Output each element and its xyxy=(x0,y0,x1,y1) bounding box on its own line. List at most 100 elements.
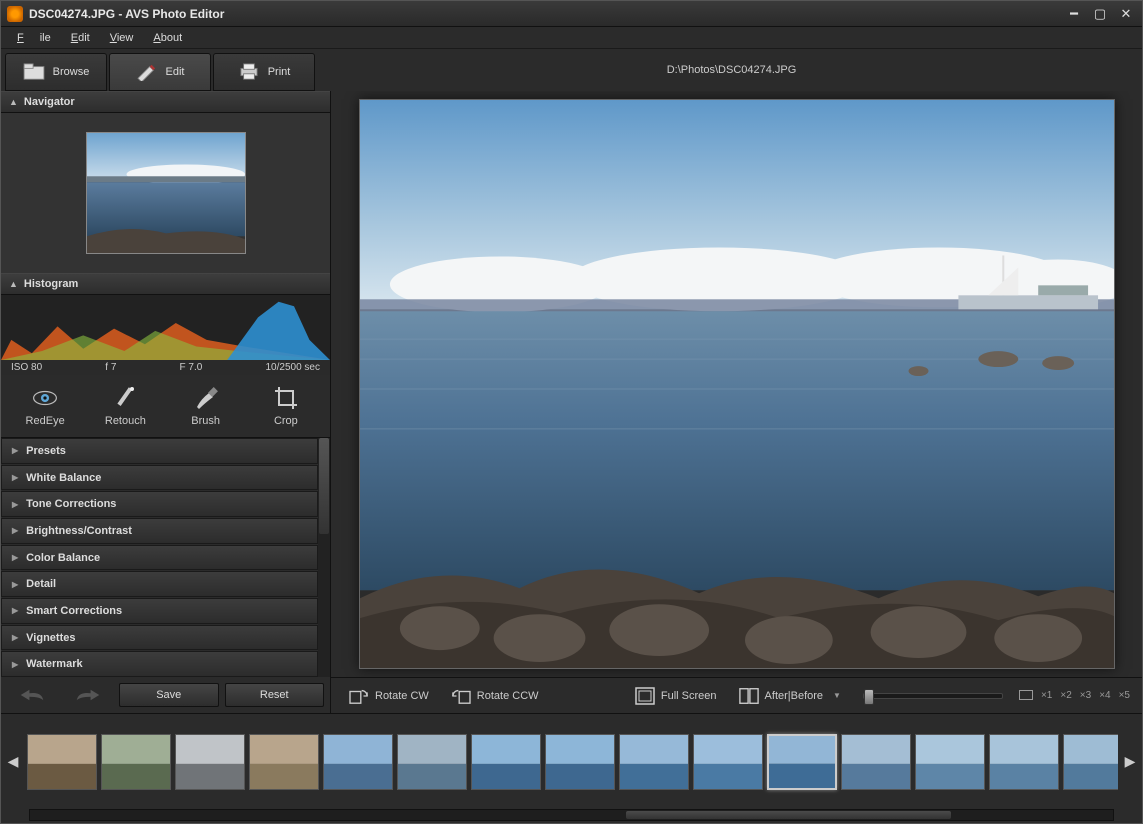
tool-crop[interactable]: Crop xyxy=(251,385,321,427)
filmstrip-scrollbar[interactable] xyxy=(29,809,1114,821)
minimize-button[interactable]: ━ xyxy=(1064,6,1084,22)
save-label: Save xyxy=(156,689,181,701)
zoom-slider[interactable] xyxy=(863,693,1003,699)
menu-edit[interactable]: Edit xyxy=(63,30,98,46)
tab-print-label: Print xyxy=(268,66,291,78)
thumbnail-item[interactable] xyxy=(915,734,985,790)
thumbnail-item[interactable] xyxy=(619,734,689,790)
brush-icon xyxy=(193,385,219,411)
window-title: DSC04274.JPG - AVS Photo Editor xyxy=(29,7,224,21)
menu-file[interactable]: File xyxy=(9,30,59,46)
accordion-scrollbar[interactable] xyxy=(318,438,330,677)
navigator-header[interactable]: ▲ Navigator xyxy=(1,91,330,113)
zoom-x1[interactable]: ×1 xyxy=(1041,690,1052,701)
tool-retouch[interactable]: Retouch xyxy=(90,385,160,427)
accordion-smart-corrections[interactable]: ▶Smart Corrections xyxy=(1,598,318,624)
tool-brush-label: Brush xyxy=(191,415,220,427)
tab-print[interactable]: Print xyxy=(213,53,315,91)
thumbnail-item[interactable] xyxy=(397,734,467,790)
chevron-right-icon: ▶ xyxy=(12,500,18,509)
navigator-thumbnail[interactable] xyxy=(86,132,246,254)
thumbnail-item[interactable] xyxy=(323,734,393,790)
fullscreen-button[interactable]: Full Screen xyxy=(629,683,723,709)
filmstrip-scroll-thumb[interactable] xyxy=(626,811,951,819)
reset-button[interactable]: Reset xyxy=(225,683,325,707)
accordion-label: Vignettes xyxy=(26,632,75,644)
dropdown-icon: ▼ xyxy=(833,691,841,700)
filmstrip-prev[interactable]: ◀ xyxy=(1,718,25,806)
zoom-x2[interactable]: ×2 xyxy=(1060,690,1071,701)
after-before-label: After|Before xyxy=(765,690,824,702)
filmstrip-items xyxy=(25,728,1118,796)
filmstrip-next[interactable]: ▶ xyxy=(1118,718,1142,806)
zoom-x4[interactable]: ×4 xyxy=(1099,690,1110,701)
chevron-right-icon: ▶ xyxy=(12,580,18,589)
accordion-label: Brightness/Contrast xyxy=(26,525,132,537)
rotate-cw-label: Rotate CW xyxy=(375,690,429,702)
tool-crop-label: Crop xyxy=(274,415,298,427)
thumbnail-item[interactable] xyxy=(841,734,911,790)
thumbnail-item[interactable] xyxy=(101,734,171,790)
accordion-label: Smart Corrections xyxy=(26,605,122,617)
redo-button[interactable] xyxy=(63,683,113,707)
titlebar: DSC04274.JPG - AVS Photo Editor ━ ▢ ✕ xyxy=(1,1,1142,27)
thumbnail-item[interactable] xyxy=(175,734,245,790)
zoom-x3[interactable]: ×3 xyxy=(1080,690,1091,701)
accordion-color-balance[interactable]: ▶Color Balance xyxy=(1,545,318,571)
thumbnail-item[interactable] xyxy=(471,734,541,790)
accordion-brightness-contrast[interactable]: ▶Brightness/Contrast xyxy=(1,518,318,544)
undo-icon xyxy=(19,687,45,703)
zoom-fit-icon[interactable] xyxy=(1019,690,1033,700)
rotate-ccw-button[interactable]: Rotate CCW xyxy=(445,683,545,709)
zoom-marks: ×1 ×2 ×3 ×4 ×5 xyxy=(1019,690,1130,701)
accordion: ▶Presets▶White Balance▶Tone Corrections▶… xyxy=(1,438,330,677)
chevron-right-icon: ▶ xyxy=(12,633,18,642)
viewer: Rotate CW Rotate CCW Full Screen After|B… xyxy=(331,91,1142,713)
thumbnail-item[interactable] xyxy=(1063,734,1118,790)
tool-retouch-label: Retouch xyxy=(105,415,146,427)
menu-about[interactable]: About xyxy=(145,30,190,46)
tab-edit[interactable]: Edit xyxy=(109,53,211,91)
rotate-ccw-icon xyxy=(451,687,471,705)
after-before-button[interactable]: After|Before ▼ xyxy=(733,683,847,709)
thumbnail-item[interactable] xyxy=(27,734,97,790)
accordion-detail[interactable]: ▶ Detail xyxy=(1,571,318,597)
maximize-button[interactable]: ▢ xyxy=(1090,6,1110,22)
thumbnail-item[interactable] xyxy=(989,734,1059,790)
tool-redeye[interactable]: RedEye xyxy=(10,385,80,427)
content: ▲ Navigator ▲ Histogram xyxy=(1,91,1142,713)
tool-redeye-label: RedEye xyxy=(26,415,65,427)
histogram-header[interactable]: ▲ Histogram xyxy=(1,273,330,295)
zoom-x5[interactable]: ×5 xyxy=(1119,690,1130,701)
save-button[interactable]: Save xyxy=(119,683,219,707)
close-button[interactable]: ✕ xyxy=(1116,6,1136,22)
wand-icon xyxy=(112,385,138,411)
left-panel: ▲ Navigator ▲ Histogram xyxy=(1,91,331,713)
crop-icon xyxy=(273,385,299,411)
accordion-presets[interactable]: ▶Presets xyxy=(1,438,318,464)
accordion-watermark[interactable]: ▶Watermark xyxy=(1,651,318,677)
thumbnail-item[interactable] xyxy=(545,734,615,790)
thumbnail-item[interactable] xyxy=(767,734,837,790)
redo-icon xyxy=(75,687,101,703)
accordion-label: Presets xyxy=(26,445,66,457)
scrollbar-thumb[interactable] xyxy=(319,438,329,534)
accordion-white-balance[interactable]: ▶White Balance xyxy=(1,465,318,491)
thumbnail-item[interactable] xyxy=(693,734,763,790)
main-canvas[interactable] xyxy=(359,99,1115,669)
rotate-cw-button[interactable]: Rotate CW xyxy=(343,683,435,709)
zoom-knob[interactable] xyxy=(864,689,874,705)
accordion-tone-corrections[interactable]: ▶Tone Corrections xyxy=(1,491,318,517)
undo-button[interactable] xyxy=(7,683,57,707)
accordion-label: Detail xyxy=(26,578,56,590)
viewer-toolbar: Rotate CW Rotate CCW Full Screen After|B… xyxy=(331,677,1142,713)
collapse-icon: ▲ xyxy=(9,97,18,107)
tool-brush[interactable]: Brush xyxy=(171,385,241,427)
thumbnail-item[interactable] xyxy=(249,734,319,790)
accordion-vignettes[interactable]: ▶ Vignettes xyxy=(1,625,318,651)
fullscreen-icon xyxy=(635,687,655,705)
tab-browse[interactable]: Browse xyxy=(5,53,107,91)
navigator-label: Navigator xyxy=(24,96,75,108)
chevron-right-icon: ▶ xyxy=(12,660,18,669)
menu-view[interactable]: View xyxy=(102,30,142,46)
